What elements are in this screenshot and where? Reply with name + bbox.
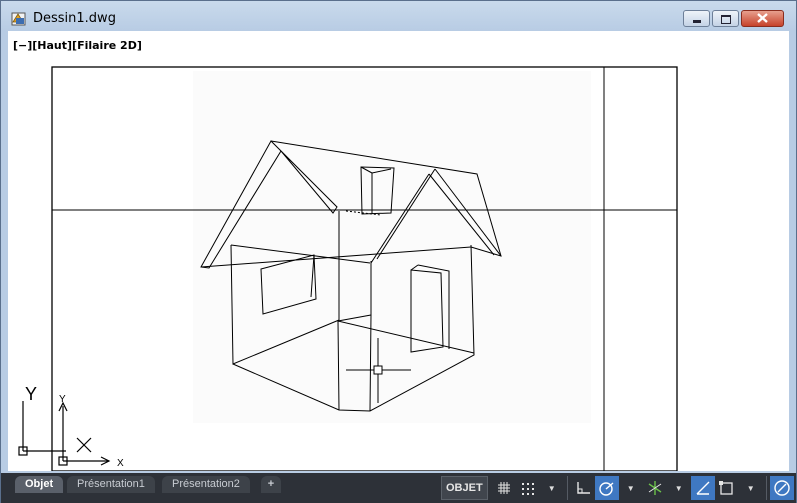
window-title: Dessin1.dwg	[33, 11, 116, 26]
tab-layout2[interactable]: Présentation2	[162, 476, 250, 493]
ucs-small-x-label: X	[117, 458, 124, 469]
title-bar[interactable]: Dessin1.dwg	[1, 1, 796, 31]
drawing-svg: Y Y X	[18, 66, 678, 471]
status-bar: Objet Présentation1 Présentation2 + OBJE…	[1, 473, 796, 503]
grid-icon	[497, 482, 510, 494]
minimize-button[interactable]	[683, 10, 710, 27]
ucs-small-y-label: Y	[59, 394, 66, 405]
osnap-menu-chevron-icon[interactable]: ▼	[739, 476, 763, 500]
isodraft-menu-chevron-icon[interactable]: ▼	[667, 476, 691, 500]
drawing-window: Dessin1.dwg Y Y X [−][Haut][Filaire 2D] …	[0, 0, 797, 503]
osnap-tracking-button[interactable]	[690, 476, 715, 500]
object-snap-button[interactable]	[715, 476, 739, 500]
app-icon	[11, 12, 26, 26]
model-space-canvas[interactable]: Y Y X [−][Haut][Filaire 2D]	[8, 31, 789, 471]
selection-icon	[718, 481, 733, 495]
snap-menu-chevron-icon[interactable]: ▼	[540, 476, 564, 500]
snap-button[interactable]	[516, 476, 540, 500]
restore-button[interactable]	[712, 10, 739, 27]
snap-icon	[521, 483, 534, 495]
minimize-icon	[693, 20, 701, 23]
ortho-icon	[576, 482, 590, 494]
polar-menu-chevron-icon[interactable]: ▼	[619, 476, 643, 500]
restore-icon	[721, 15, 731, 24]
close-button[interactable]	[741, 10, 784, 27]
add-layout-button[interactable]: +	[261, 476, 281, 493]
polar-icon	[598, 482, 614, 496]
ortho-button[interactable]	[571, 476, 595, 500]
model-space-button[interactable]: OBJET	[441, 476, 488, 500]
polar-button[interactable]	[594, 476, 619, 500]
close-icon	[757, 13, 768, 23]
viewport-controls-label[interactable]: [−][Haut][Filaire 2D]	[13, 39, 142, 52]
workspace-button[interactable]	[769, 476, 794, 500]
tab-model[interactable]: Objet	[15, 476, 64, 493]
ucs-y-label: Y	[25, 384, 37, 404]
tab-layout1[interactable]: Présentation1	[67, 476, 155, 493]
ucs-icon	[18, 401, 111, 466]
isodraft-button[interactable]	[643, 476, 667, 500]
osnap-icon	[696, 481, 710, 495]
status-separator	[765, 476, 767, 500]
grid-button[interactable]	[492, 476, 516, 500]
status-separator	[566, 476, 568, 500]
isodraft-icon	[648, 481, 662, 495]
workspace-icon	[773, 480, 790, 496]
